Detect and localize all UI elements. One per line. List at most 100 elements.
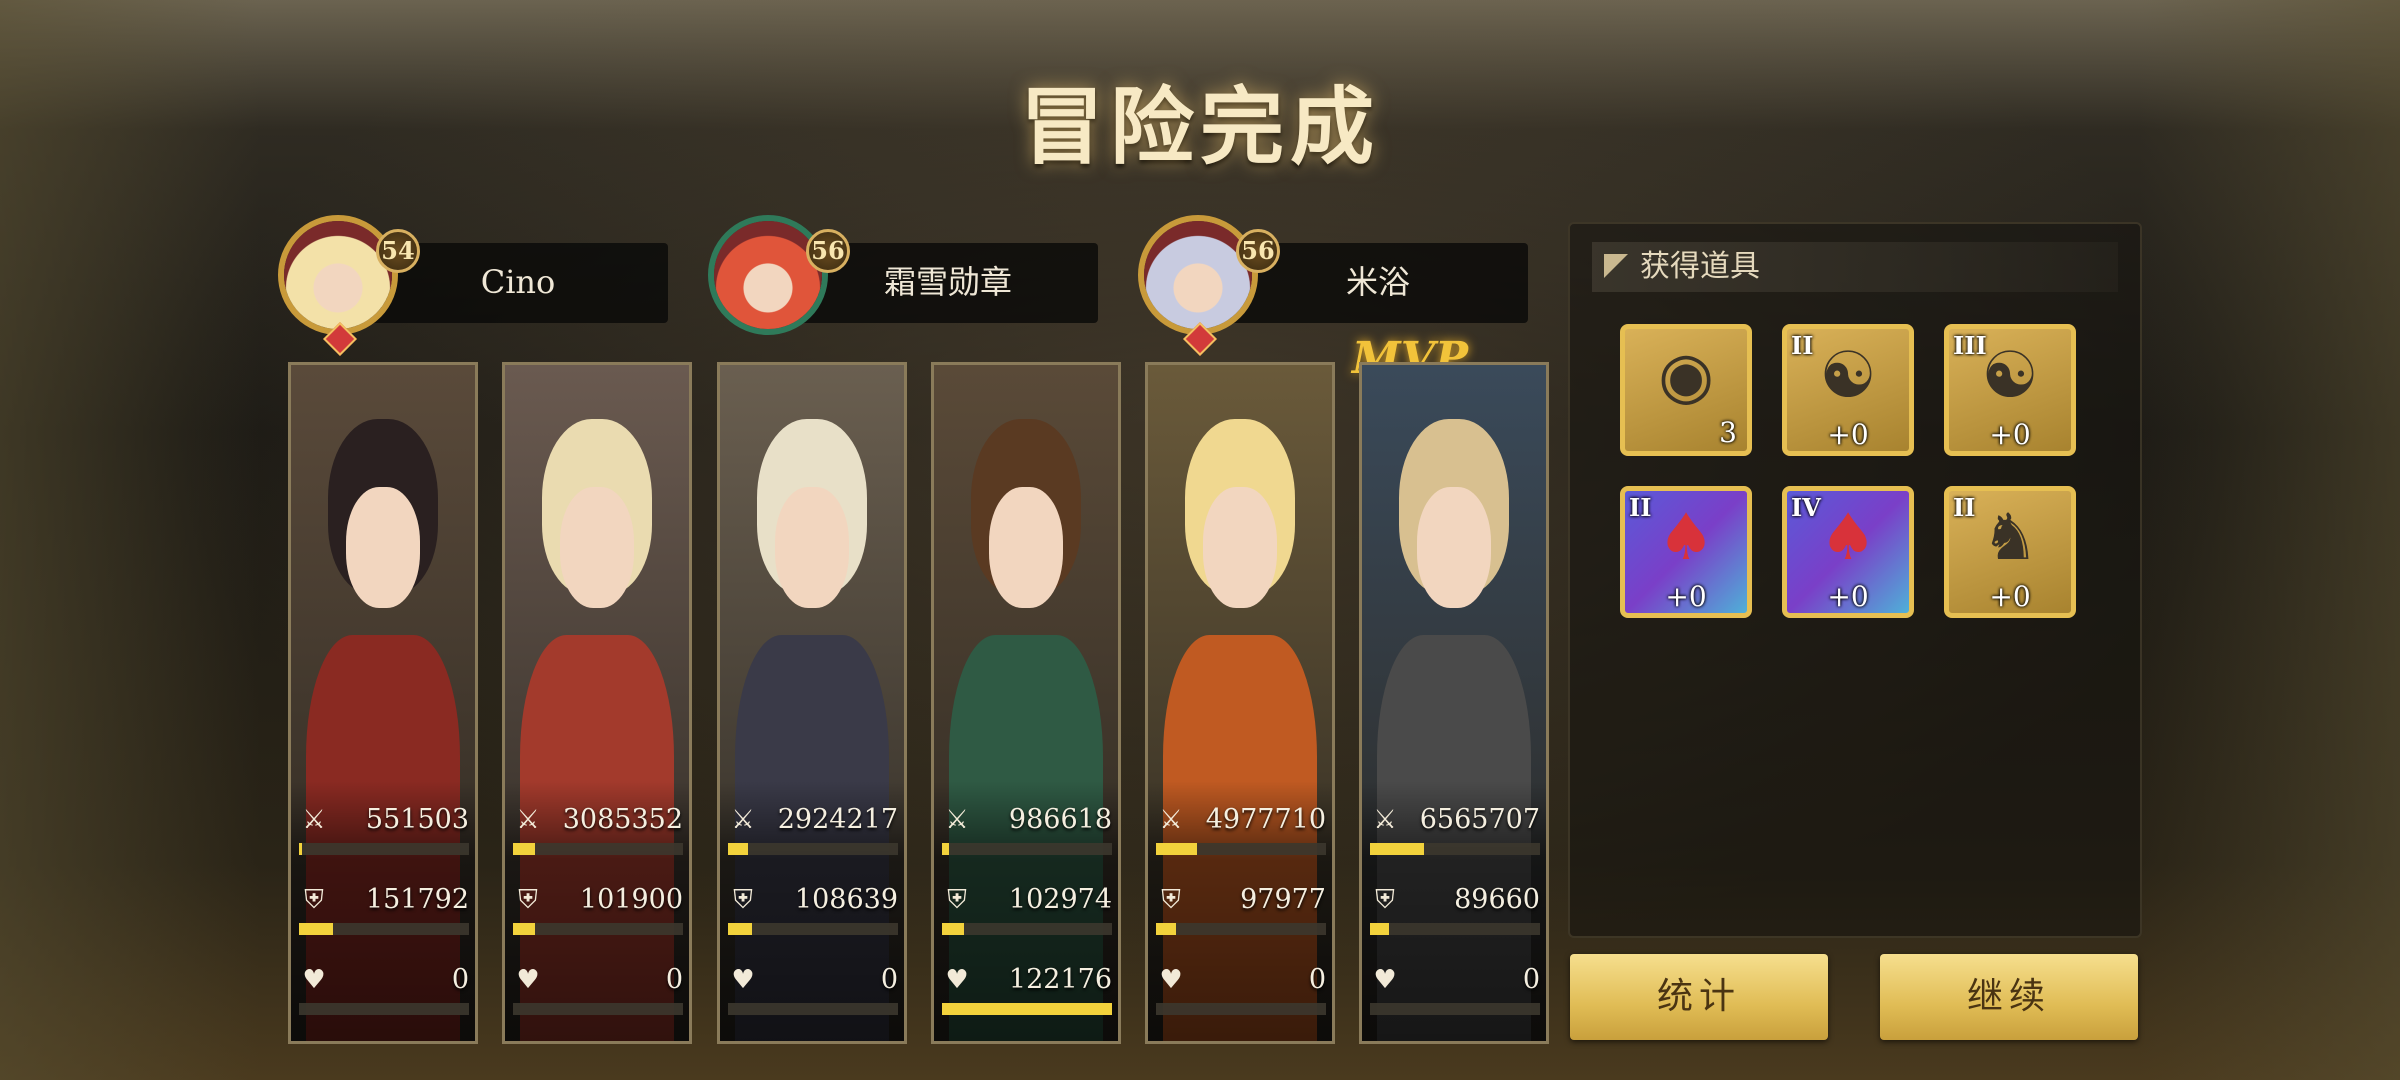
defense-stat: ⛨ 102974 xyxy=(940,883,1112,947)
player-avatar[interactable] xyxy=(278,215,398,335)
player-level-badge: 54 xyxy=(376,229,420,273)
reward-item[interactable]: ♞ II +0 xyxy=(1944,486,2076,618)
heal-bar xyxy=(728,1003,898,1015)
heart-icon: ♥ xyxy=(1373,965,1397,995)
stats-button[interactable]: 统计 xyxy=(1570,954,1828,1040)
reward-item[interactable]: ◉ 3 xyxy=(1620,324,1752,456)
defense-value: 97977 xyxy=(1240,884,1326,915)
damage-bar-fill xyxy=(1156,843,1197,855)
heart-icon: ♥ xyxy=(731,965,755,995)
heal-value: 0 xyxy=(880,964,898,995)
heal-value: 0 xyxy=(1308,964,1326,995)
hero-card[interactable]: ⚔ 551503 ⛨ 151792 ♥ 0 xyxy=(288,362,478,1044)
defense-value: 102974 xyxy=(1008,884,1112,915)
sword-icon: ⚔ xyxy=(1159,805,1183,835)
heal-value: 0 xyxy=(665,964,683,995)
damage-stat: ⚔ 3085352 xyxy=(511,803,683,867)
shield-icon: ⛨ xyxy=(1375,885,1395,915)
reward-item[interactable]: ☯ III +0 xyxy=(1944,324,2076,456)
hero-card[interactable]: ⚔ 4977710 ⛨ 97977 ♥ 0 xyxy=(1145,362,1335,1044)
defense-bar xyxy=(513,923,683,935)
defense-bar-fill xyxy=(1156,923,1177,935)
item-amount: 3 xyxy=(1719,416,1737,449)
damage-value: 2924217 xyxy=(777,804,898,835)
item-amount: +0 xyxy=(1989,580,2031,613)
defense-value: 151792 xyxy=(365,884,469,915)
hero-card[interactable]: ⚔ 2924217 ⛨ 108639 ♥ 0 xyxy=(717,362,907,1044)
continue-button[interactable]: 继续 xyxy=(1880,954,2138,1040)
item-amount: +0 xyxy=(1827,418,1869,451)
reward-item[interactable]: ☯ II +0 xyxy=(1782,324,1914,456)
defense-stat: ⛨ 101900 xyxy=(511,883,683,947)
heal-value: 122176 xyxy=(1008,964,1112,995)
defense-stat: ⛨ 97977 xyxy=(1154,883,1326,947)
item-amount: +0 xyxy=(1827,580,1869,613)
item-tier: II xyxy=(1629,493,1652,522)
defense-bar xyxy=(1370,923,1540,935)
heart-icon: ♥ xyxy=(1159,965,1183,995)
shield-icon: ⛨ xyxy=(304,885,324,915)
avatar-portrait xyxy=(714,221,822,329)
heal-bar xyxy=(942,1003,1112,1015)
corner-triangle-icon xyxy=(1604,254,1628,278)
shield-icon: ⛨ xyxy=(733,885,753,915)
defense-value: 89660 xyxy=(1454,884,1540,915)
heal-stat: ♥ 122176 xyxy=(940,963,1112,1027)
defense-stat: ⛨ 89660 xyxy=(1368,883,1540,947)
sword-icon: ⚔ xyxy=(516,805,540,835)
damage-bar-fill xyxy=(1370,843,1425,855)
damage-value: 3085352 xyxy=(562,804,683,835)
film-reel-icon: ◉ xyxy=(1658,339,1714,413)
reward-item[interactable]: ♠ II +0 xyxy=(1620,486,1752,618)
damage-bar xyxy=(513,843,683,855)
hero-card[interactable]: ⚔ 6565707 ⛨ 89660 ♥ 0 xyxy=(1359,362,1549,1044)
damage-stat: ⚔ 986618 xyxy=(940,803,1112,867)
sword-icon: ⚔ xyxy=(1373,805,1397,835)
damage-bar xyxy=(728,843,898,855)
item-tier: II xyxy=(1953,493,1976,522)
items-panel-title: 获得道具 xyxy=(1640,249,1760,284)
heal-stat: ♥ 0 xyxy=(1368,963,1540,1027)
avatar-portrait xyxy=(1144,221,1252,329)
heal-value: 0 xyxy=(1522,964,1540,995)
heal-stat: ♥ 0 xyxy=(511,963,683,1027)
damage-bar xyxy=(942,843,1112,855)
player-avatar[interactable] xyxy=(1138,215,1258,335)
defense-stat: ⛨ 108639 xyxy=(726,883,898,947)
heal-value: 0 xyxy=(451,964,469,995)
heal-bar xyxy=(513,1003,683,1015)
hero-card[interactable]: ⚔ 986618 ⛨ 102974 ♥ 122176 xyxy=(931,362,1121,1044)
item-tier: III xyxy=(1953,331,1987,360)
damage-value: 6565707 xyxy=(1419,804,1540,835)
defense-stat: ⛨ 151792 xyxy=(297,883,469,947)
defense-bar-fill xyxy=(1370,923,1389,935)
heal-bar xyxy=(1370,1003,1540,1015)
shield-icon: ⛨ xyxy=(1161,885,1181,915)
defense-bar-fill xyxy=(299,923,333,935)
damage-bar xyxy=(1156,843,1326,855)
damage-stat: ⚔ 6565707 xyxy=(1368,803,1540,867)
damage-value: 551503 xyxy=(365,804,469,835)
defense-bar-fill xyxy=(513,923,536,935)
shield-icon: ⛨ xyxy=(518,885,538,915)
player-avatar[interactable] xyxy=(708,215,828,335)
damage-bar xyxy=(1370,843,1540,855)
item-amount: +0 xyxy=(1989,418,2031,451)
damage-value: 986618 xyxy=(1008,804,1112,835)
defense-bar xyxy=(942,923,1112,935)
damage-stat: ⚔ 2924217 xyxy=(726,803,898,867)
defense-value: 101900 xyxy=(579,884,683,915)
hero-face xyxy=(1203,486,1277,609)
heal-stat: ♥ 0 xyxy=(1154,963,1326,1027)
defense-bar-fill xyxy=(942,923,965,935)
hero-card[interactable]: ⚔ 3085352 ⛨ 101900 ♥ 0 xyxy=(502,362,692,1044)
player-level-badge: 56 xyxy=(806,229,850,273)
reward-item[interactable]: ♠ IV +0 xyxy=(1782,486,1914,618)
damage-bar-fill xyxy=(513,843,536,855)
item-tier: IV xyxy=(1791,493,1821,522)
items-panel: 获得道具 ◉ 3 ☯ II +0 ☯ III +0 ♠ II +0 ♠ IV +… xyxy=(1568,222,2142,938)
heal-stat: ♥ 0 xyxy=(297,963,469,1027)
sword-icon: ⚔ xyxy=(731,805,755,835)
avatar-portrait xyxy=(284,221,392,329)
damage-bar-fill xyxy=(728,843,749,855)
